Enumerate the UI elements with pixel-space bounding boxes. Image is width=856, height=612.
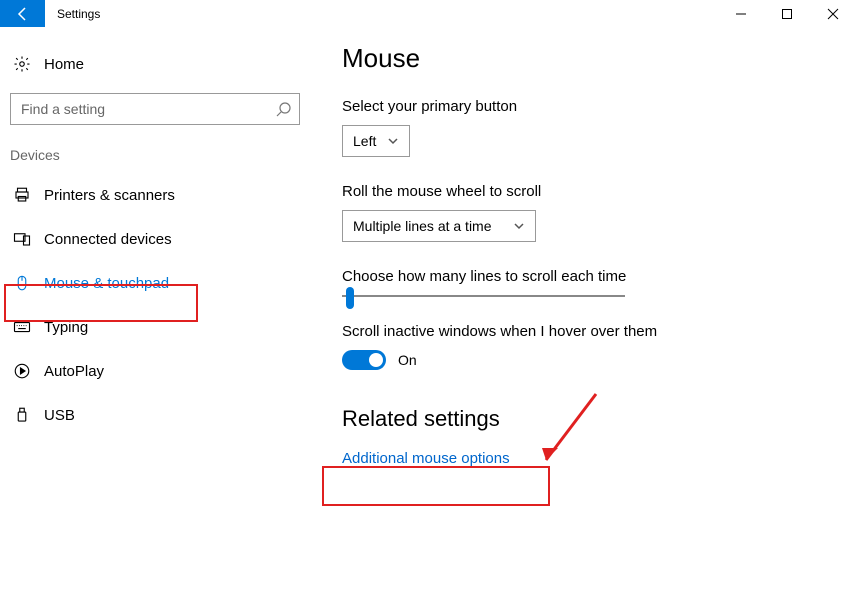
inactive-windows-label: Scroll inactive windows when I hover ove… bbox=[342, 323, 856, 340]
back-button[interactable] bbox=[0, 0, 45, 27]
page-title: Mouse bbox=[342, 43, 856, 74]
mouse-icon bbox=[12, 274, 32, 292]
section-label: Devices bbox=[0, 125, 310, 173]
home-nav[interactable]: Home bbox=[0, 49, 310, 79]
maximize-button[interactable] bbox=[764, 0, 810, 27]
nav-label: Connected devices bbox=[44, 231, 172, 248]
search-field[interactable] bbox=[10, 93, 300, 125]
window-title: Settings bbox=[45, 0, 100, 27]
devices-icon bbox=[12, 230, 32, 248]
inactive-windows-value: On bbox=[398, 352, 417, 368]
keyboard-icon bbox=[12, 318, 32, 336]
wheel-scroll-value: Multiple lines at a time bbox=[353, 218, 503, 234]
slider-thumb[interactable] bbox=[346, 287, 354, 309]
lines-label: Choose how many lines to scroll each tim… bbox=[342, 268, 856, 285]
nav-label: USB bbox=[44, 407, 75, 424]
wheel-scroll-select[interactable]: Multiple lines at a time bbox=[342, 210, 536, 242]
close-button[interactable] bbox=[810, 0, 856, 27]
main-panel: Mouse Select your primary button Left Ro… bbox=[310, 27, 856, 612]
window-controls bbox=[718, 0, 856, 27]
chevron-down-icon bbox=[513, 220, 525, 232]
nav-autoplay[interactable]: AutoPlay bbox=[0, 349, 310, 393]
nav-printers[interactable]: Printers & scanners bbox=[0, 173, 310, 217]
toggle-knob bbox=[369, 353, 383, 367]
printer-icon bbox=[12, 186, 32, 204]
primary-button-select[interactable]: Left bbox=[342, 125, 410, 157]
additional-mouse-options-link[interactable]: Additional mouse options bbox=[342, 450, 856, 467]
lines-slider[interactable] bbox=[342, 295, 625, 297]
primary-button-value: Left bbox=[353, 133, 377, 149]
nav-typing[interactable]: Typing bbox=[0, 305, 310, 349]
nav-connected-devices[interactable]: Connected devices bbox=[0, 217, 310, 261]
nav-mouse-touchpad[interactable]: Mouse & touchpad bbox=[0, 261, 310, 305]
primary-button-field: Select your primary button Left bbox=[342, 98, 856, 157]
inactive-windows-field: Scroll inactive windows when I hover ove… bbox=[342, 323, 856, 370]
home-label: Home bbox=[44, 56, 84, 73]
inactive-windows-toggle[interactable] bbox=[342, 350, 386, 370]
wheel-scroll-field: Roll the mouse wheel to scroll Multiple … bbox=[342, 183, 856, 242]
autoplay-icon bbox=[12, 362, 32, 380]
nav-label: Typing bbox=[44, 319, 88, 336]
search-input[interactable] bbox=[10, 93, 300, 125]
minimize-button[interactable] bbox=[718, 0, 764, 27]
chevron-down-icon bbox=[387, 135, 399, 147]
nav-usb[interactable]: USB bbox=[0, 393, 310, 437]
nav-label: Mouse & touchpad bbox=[44, 275, 169, 292]
title-bar: Settings bbox=[0, 0, 856, 27]
primary-button-label: Select your primary button bbox=[342, 98, 856, 115]
usb-icon bbox=[12, 406, 32, 424]
related-heading: Related settings bbox=[342, 406, 856, 432]
sidebar: Home Devices Printers & scanners C bbox=[0, 27, 310, 612]
search-icon bbox=[276, 101, 292, 117]
lines-field: Choose how many lines to scroll each tim… bbox=[342, 268, 856, 297]
gear-icon bbox=[12, 55, 32, 73]
wheel-scroll-label: Roll the mouse wheel to scroll bbox=[342, 183, 856, 200]
nav-label: AutoPlay bbox=[44, 363, 104, 380]
nav-label: Printers & scanners bbox=[44, 187, 175, 204]
